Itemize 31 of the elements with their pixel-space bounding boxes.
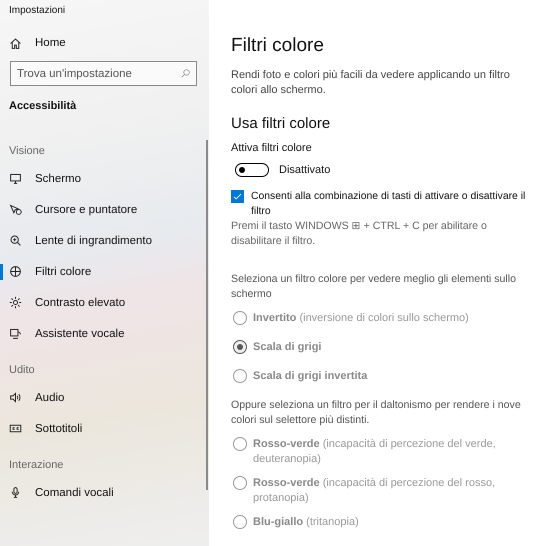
nav-item[interactable]: Sottotitoli [0,413,209,444]
radio-label: Scala di grigi invertita [253,369,368,384]
home-link[interactable]: Home [0,28,209,58]
nav-item[interactable]: Cursore e puntatore [0,194,209,225]
description: Rendi foto e colori più facili da vedere applicando un filtro colori allo schermo. [231,68,511,98]
nav-item[interactable]: Comandi vocali [0,477,209,508]
radio-label: Blu-giallo (tritanopia) [253,515,360,530]
hint-text: Premi il tasto WINDOWS ⊞ + CTRL + C per abilitare o disabilitare il filtro. [231,219,488,249]
search-field[interactable]: Trova un'impostazione [10,61,197,86]
checkbox-label: Consenti alla combinazione di tasti di attivare o disattivare il filtro [251,190,526,219]
nav-item[interactable]: Assistente vocale [0,318,209,349]
radio-label: Rosso-verde (incapacità di percezione del verde, deuteranopia) [253,437,497,467]
nav-item[interactable]: Lente di ingrandimento [0,225,209,256]
category-heading: Accessibilità [8,99,78,114]
group-heading: Visione [8,144,46,159]
nav-item[interactable]: Filtri colore [0,256,209,287]
nav-item[interactable]: Contrasto elevato [0,287,209,318]
group-heading: Interazione [8,458,64,473]
group-heading: Udito [8,363,36,378]
radio-label: Rosso-verde (incapacità di percezione del rosso, protanopia) [253,476,496,506]
window-title: Impostazioni [8,4,66,18]
radio-label: Scala di grigi [253,340,322,355]
toggle-label: Attiva filtri colore [231,142,313,156]
nav-item[interactable]: Audio [0,382,209,413]
radio-label: Invertito (inversione di colori sullo schermo) [253,311,470,326]
filter-prompt: Seleziona un filtro colore per vedere meglio gli elementi sullo schermo [231,272,518,302]
page-title: Filtri colore [231,35,325,58]
toggle-state: Disattivato [279,164,330,176]
filter-prompt: Oppure seleziona un filtro per il daltonismo per rendere i nove colori sul selettore più distinti. [231,398,522,428]
nav-item[interactable]: Schermo [0,163,209,194]
section-heading: Usa filtri colore [231,115,332,134]
